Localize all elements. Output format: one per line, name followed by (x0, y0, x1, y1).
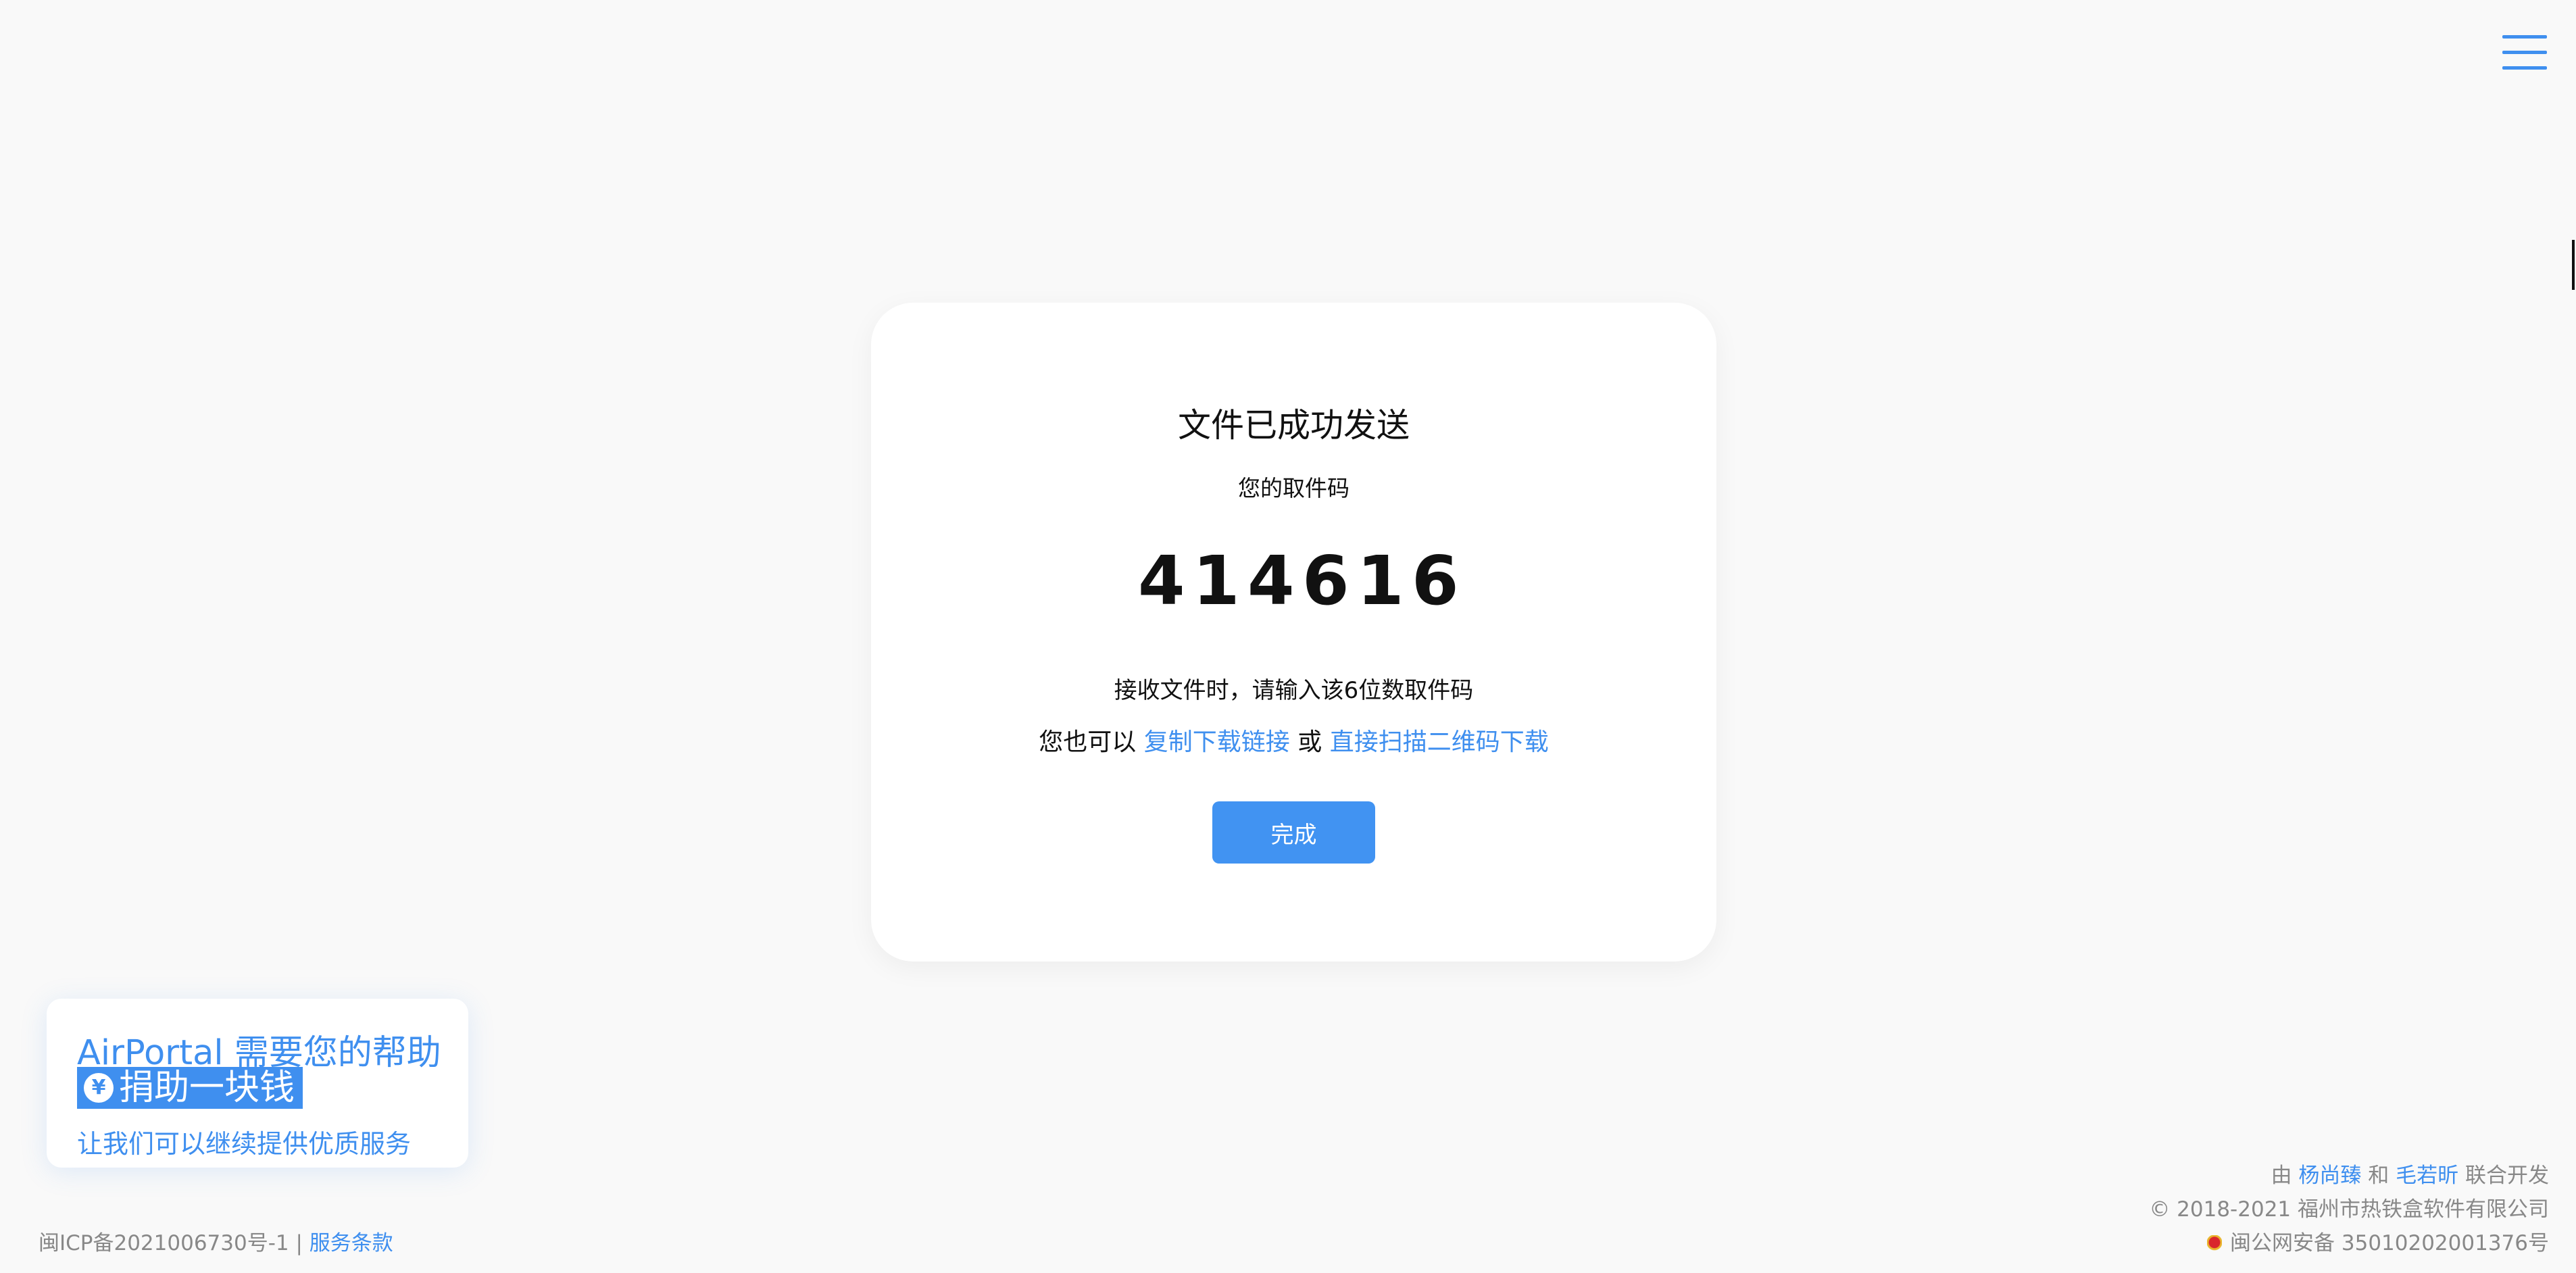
pickup-hint: 接收文件时，请输入该6位数取件码 (1114, 677, 1474, 704)
terms-link[interactable]: 服务条款 (309, 1231, 393, 1255)
alternative-options: 您也可以 复制下载链接 或 直接扫描二维码下载 (871, 722, 1716, 757)
code-digit: 1 (1357, 541, 1404, 620)
donate-button-label: 捐助一块钱 (119, 1068, 295, 1108)
hamburger-menu-icon[interactable] (2502, 34, 2548, 72)
copy-download-link[interactable]: 复制下载链接 (1144, 728, 1290, 756)
yuan-icon: ¥ (84, 1073, 114, 1103)
police-badge-icon (2207, 1235, 2223, 1251)
code-digit: 4 (1247, 541, 1295, 620)
developer-link[interactable]: 杨尚臻 (2298, 1164, 2361, 1188)
card-title: 文件已成功发送 (1177, 406, 1410, 445)
code-digit: 1 (1193, 541, 1240, 620)
scan-qr-link[interactable]: 直接扫描二维码下载 (1330, 728, 1549, 756)
footer-separator: | (295, 1231, 303, 1255)
icp-footer: 闽ICP备2021006730号-1 | 服务条款 (39, 1226, 393, 1256)
donate-button[interactable]: ¥ 捐助一块钱 (77, 1067, 303, 1109)
text-cursor (2572, 240, 2575, 290)
credits-footer: 由 杨尚臻 和 毛若昕 联合开发 © 2018-2021 福州市热铁盒软件有限公… (2149, 1159, 2549, 1260)
code-digit: 4 (1138, 541, 1185, 620)
police-record-text[interactable]: 闽公网安备 35010202001376号 (2230, 1231, 2549, 1255)
code-digit: 6 (1412, 541, 1459, 620)
credits-suffix: 联合开发 (2465, 1164, 2549, 1188)
send-success-card: 文件已成功发送 您的取件码 4 1 4 6 1 6 接收文件时，请输入该6位数取… (871, 303, 1716, 962)
menu-line (2502, 51, 2547, 54)
menu-line (2502, 35, 2547, 39)
police-record: 闽公网安备 35010202001376号 (2149, 1226, 2549, 1260)
icp-number: 闽ICP备2021006730号-1 (39, 1231, 289, 1255)
developers-line: 由 杨尚臻 和 毛若昕 联合开发 (2149, 1159, 2549, 1193)
pickup-code: 4 1 4 6 1 6 (871, 547, 1716, 615)
donate-subtitle: 让我们可以继续提供优质服务 (77, 1129, 412, 1159)
menu-line (2502, 66, 2547, 70)
developer-link[interactable]: 毛若昕 (2396, 1164, 2458, 1188)
done-button[interactable]: 完成 (1212, 801, 1375, 864)
pickup-code-label: 您的取件码 (1238, 475, 1349, 501)
donate-card[interactable]: AirPortal 需要您的帮助 ¥ 捐助一块钱 让我们可以继续提供优质服务 (47, 999, 468, 1168)
copyright: © 2018-2021 福州市热铁盒软件有限公司 (2149, 1197, 2549, 1222)
code-digit: 6 (1302, 541, 1349, 620)
credits-by: 由 (2271, 1164, 2292, 1188)
alt-prefix: 您也可以 (1039, 728, 1137, 756)
credits-and: 和 (2368, 1164, 2389, 1188)
alt-or: 或 (1297, 728, 1322, 756)
